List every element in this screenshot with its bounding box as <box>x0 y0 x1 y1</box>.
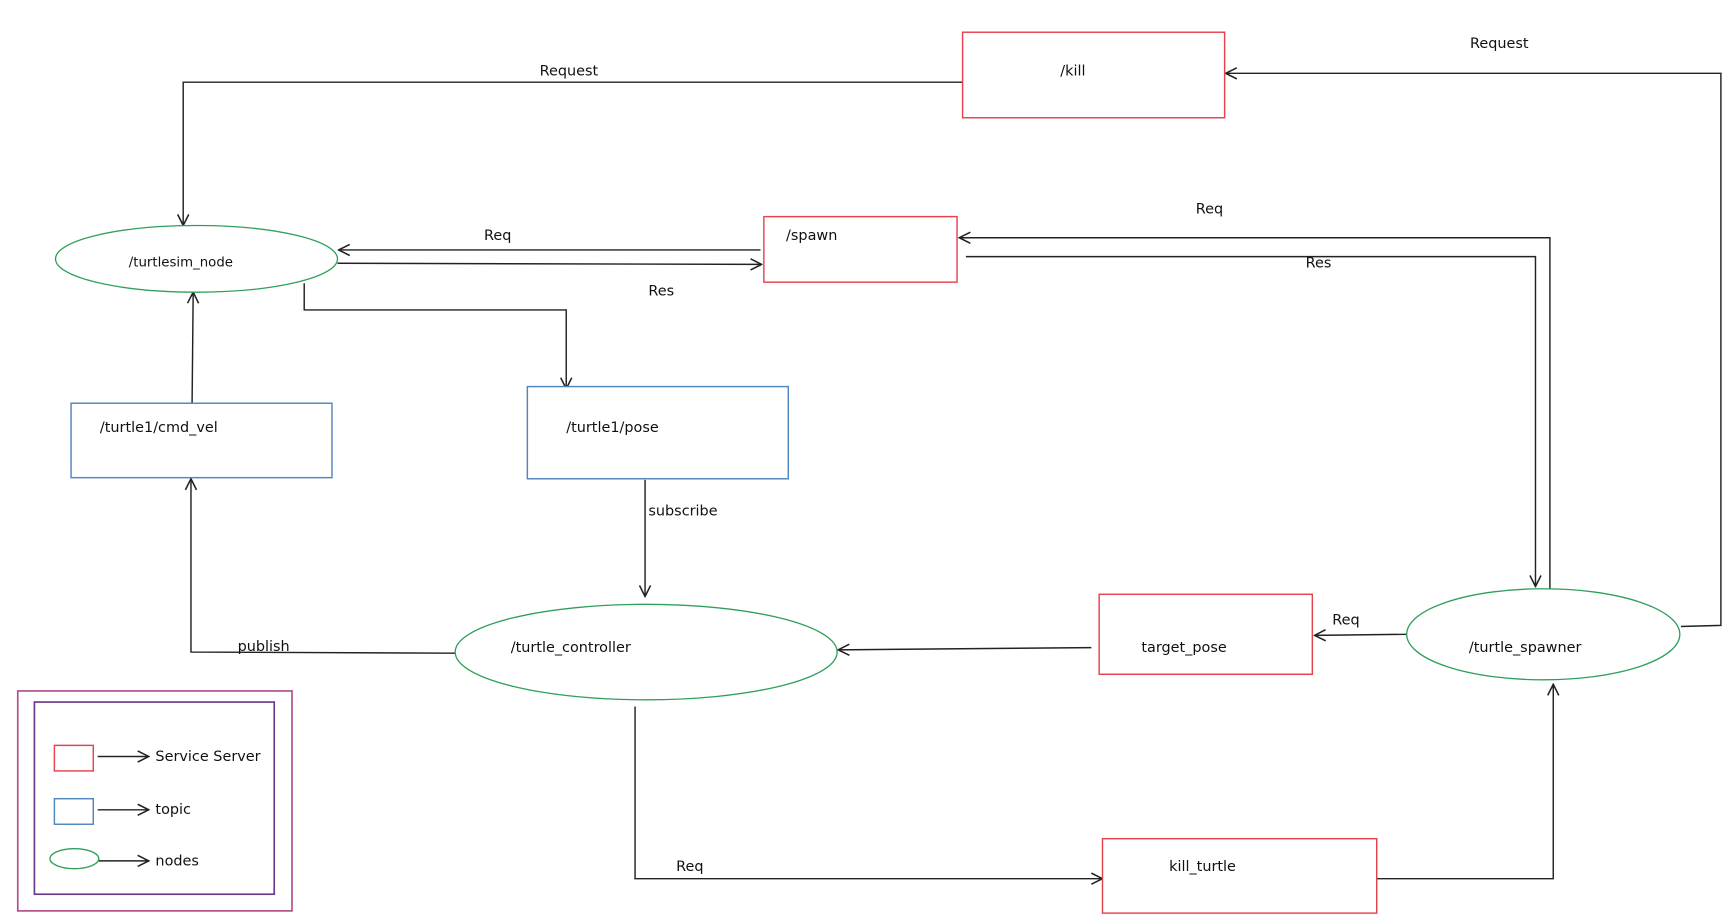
label-subscribe: subscribe <box>648 503 717 519</box>
edge-spawn-to-spawner <box>965 255 1536 587</box>
edge-turtlesim-to-pose <box>303 283 566 389</box>
edge-controller-to-killturtle <box>634 706 1102 878</box>
label-publish: publish <box>238 639 290 655</box>
topic-pose-label: /turtle1/pose <box>566 420 659 436</box>
legend-service-swatch <box>53 744 94 772</box>
topic-cmd-vel-label: /turtle1/cmd_vel <box>100 420 218 436</box>
node-turtle-spawner <box>1406 588 1681 681</box>
service-target-pose-label: target_pose <box>1141 640 1227 656</box>
node-turtle-spawner-label: /turtle_spawner <box>1469 640 1582 656</box>
legend: Service Server topic nodes <box>16 690 293 912</box>
legend-node-swatch <box>49 848 100 870</box>
topic-cmd-vel <box>70 402 333 479</box>
ros-graph: /kill /spawn target_pose kill_turtle /tu… <box>16 31 1722 914</box>
node-turtlesim-label: /turtlesim_node <box>129 256 233 271</box>
edge-spawner-to-targetpose <box>1315 634 1408 635</box>
label-res-spawn-left: Res <box>648 283 674 299</box>
label-req-spawn-left: Req <box>484 228 511 244</box>
edge-spawner-to-spawn <box>959 238 1551 589</box>
legend-service-label: Service Server <box>155 749 260 765</box>
label-res-spawn-right: Res <box>1306 256 1332 272</box>
label-req-target-pose: Req <box>1332 612 1359 628</box>
label-request-kill-left: Request <box>540 64 599 80</box>
service-kill-turtle-label: kill_turtle <box>1169 859 1236 875</box>
edge-spawner-to-kill <box>1226 73 1722 628</box>
diagram-canvas: /kill /spawn target_pose kill_turtle /tu… <box>0 0 1732 922</box>
service-target-pose <box>1098 593 1314 676</box>
service-kill-turtle <box>1101 837 1378 914</box>
edge-targetpose-to-controller <box>838 648 1092 650</box>
service-kill-label: /kill <box>1060 64 1085 80</box>
label-req-kill-turtle: Req <box>676 859 703 875</box>
edge-controller-to-cmdvel <box>191 479 458 654</box>
legend-topic-label: topic <box>155 802 191 818</box>
service-kill <box>961 31 1226 119</box>
label-request-kill-right: Request <box>1470 36 1529 52</box>
service-spawn <box>763 215 958 283</box>
edge-killturtle-to-spawner <box>1376 684 1554 880</box>
legend-topic-swatch <box>53 797 94 825</box>
edge-kill-to-turtlesim <box>183 81 963 225</box>
legend-nodes-label: nodes <box>155 853 199 869</box>
service-spawn-label: /spawn <box>786 228 837 244</box>
edge-cmdvel-to-turtlesim <box>192 292 193 405</box>
label-req-spawn-right: Req <box>1196 201 1223 217</box>
node-turtle-controller-label: /turtle_controller <box>511 640 631 656</box>
edge-turtlesim-to-spawn <box>337 263 762 264</box>
